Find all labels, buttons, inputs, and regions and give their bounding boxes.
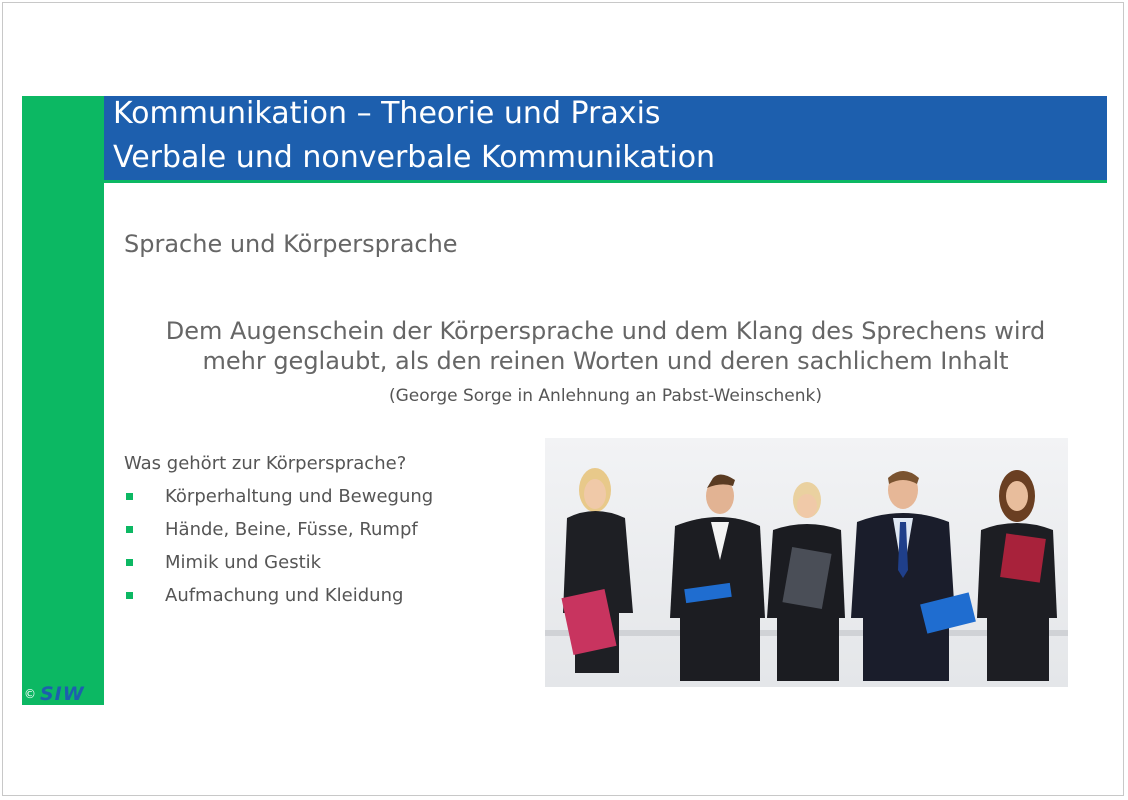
quote-line-1: Dem Augenschein der Körpersprache und de… — [165, 317, 1046, 345]
title-underline — [104, 180, 1107, 183]
bullet-list: Körperhaltung und Bewegung Hände, Beine,… — [124, 482, 433, 614]
copyright-symbol: © — [24, 687, 36, 701]
list-item: Mimik und Gestik — [124, 548, 433, 581]
list-item: Körperhaltung und Bewegung — [124, 482, 433, 515]
list-item-label: Mimik und Gestik — [165, 552, 322, 573]
business-people-photo — [545, 438, 1068, 687]
quote: Dem Augenschein der Körpersprache und de… — [104, 316, 1107, 376]
list-item-label: Aufmachung und Kleidung — [165, 585, 404, 606]
list-item: Hände, Beine, Füsse, Rumpf — [124, 515, 433, 548]
bullet-list-heading: Was gehört zur Körpersprache? — [124, 453, 407, 474]
bullet-square-icon — [126, 526, 133, 533]
green-sidebar — [22, 96, 104, 705]
siw-logo: © SIW — [24, 683, 104, 705]
list-item-label: Körperhaltung und Bewegung — [165, 486, 434, 507]
bullet-square-icon — [126, 493, 133, 500]
bullet-square-icon — [126, 559, 133, 566]
list-item-label: Hände, Beine, Füsse, Rumpf — [165, 519, 418, 540]
logo-text: SIW — [40, 683, 85, 705]
quote-line-2: mehr geglaubt, als den reinen Worten und… — [202, 347, 1009, 375]
slide-title: Kommunikation – Theorie und Praxis — [113, 96, 661, 131]
quote-source: (George Sorge in Anlehnung an Pabst-Wein… — [388, 386, 823, 406]
bullet-square-icon — [126, 592, 133, 599]
slide-subtitle-title: Verbale und nonverbale Kommunikation — [113, 140, 716, 175]
list-item: Aufmachung und Kleidung — [124, 581, 433, 614]
section-heading: Sprache und Körpersprache — [124, 230, 458, 258]
